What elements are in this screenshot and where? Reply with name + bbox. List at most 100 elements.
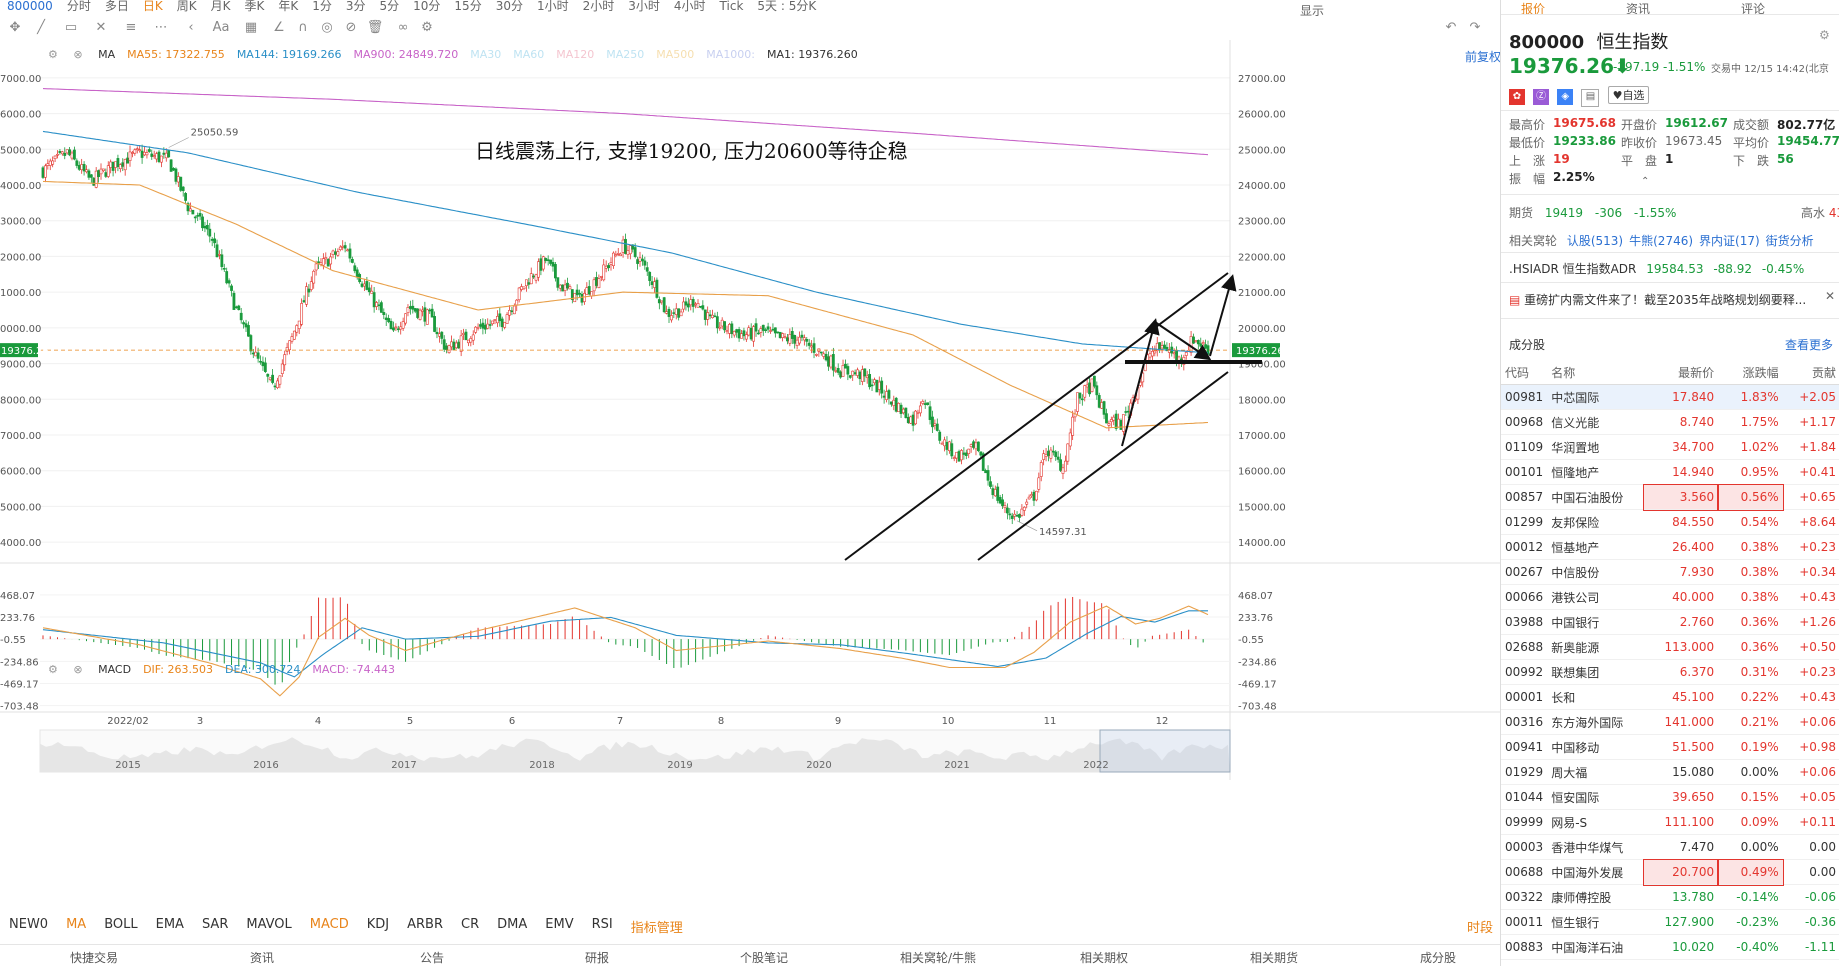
ma-legend-item[interactable]: MA55: 17322.755 xyxy=(127,48,225,61)
table-header[interactable]: 名称 xyxy=(1547,360,1645,385)
ma-legend-item[interactable]: MA144: 19169.266 xyxy=(237,48,342,61)
table-row[interactable]: 01929 周大福 15.080 0.00% +0.06 xyxy=(1501,759,1839,785)
period-9[interactable]: 3分 xyxy=(339,0,373,14)
text-tool-icon[interactable]: Aa xyxy=(210,19,232,37)
indicator-mavol[interactable]: MAVOL xyxy=(237,913,300,937)
settings-icon[interactable]: ⚙ xyxy=(1819,28,1830,42)
ma-legend-item[interactable]: MA120 xyxy=(556,48,594,61)
ma-legend-item[interactable]: MA30 xyxy=(470,48,501,61)
back-tool-icon[interactable]: ‹ xyxy=(180,19,202,37)
table-row[interactable]: 00883 中国海洋石油 10.020 -0.40% -1.11 xyxy=(1501,934,1839,960)
settings-icon[interactable]: ⚙ xyxy=(48,663,58,676)
macd-legend-item[interactable]: MACD: -74.443 xyxy=(312,663,395,676)
indicator-new0[interactable]: NEW0 xyxy=(0,913,57,937)
period-7[interactable]: 年K xyxy=(271,0,305,14)
bottom-tab[interactable]: 公告 xyxy=(420,949,444,966)
indicator-指标管理[interactable]: 指标管理 xyxy=(622,913,692,937)
period-13[interactable]: 30分 xyxy=(489,0,530,14)
ma-legend-item[interactable]: MA500 xyxy=(656,48,694,61)
indicator-ma[interactable]: MA xyxy=(57,913,95,937)
channel-lower-line[interactable] xyxy=(977,371,1229,561)
overview-window[interactable] xyxy=(1099,729,1231,773)
ma-legend-item[interactable]: MA900: 24849.720 xyxy=(354,48,459,61)
ma-legend-item[interactable]: MA1: 19376.260 xyxy=(767,48,858,61)
feature-icon[interactable]: Ⓩ xyxy=(1533,89,1550,105)
period-2[interactable]: 多日 xyxy=(98,0,136,14)
macd-legend-item[interactable]: DEA: 300.724 xyxy=(225,663,300,676)
bottom-tab[interactable]: 成分股 xyxy=(1420,949,1456,966)
bottom-tab[interactable]: 相关窝轮/牛熊 xyxy=(900,949,976,966)
table-row[interactable]: 01299 友邦保险 84.550 0.54% +8.64 xyxy=(1501,509,1839,535)
table-row[interactable]: 00857 中国石油股份 3.560 0.56% +0.65 xyxy=(1501,483,1839,511)
table-header[interactable]: 代码 xyxy=(1501,360,1548,385)
table-header[interactable]: 贡献 xyxy=(1782,360,1839,385)
table-row[interactable]: 01109 华润置地 34.700 1.02% +1.84 xyxy=(1501,434,1839,460)
period-18[interactable]: Tick xyxy=(713,0,751,14)
table-header[interactable]: 涨跌幅 xyxy=(1718,360,1783,385)
period-17[interactable]: 4小时 xyxy=(667,0,713,14)
magnet-icon[interactable]: ∩ xyxy=(292,19,314,37)
period-1[interactable]: 分时 xyxy=(60,0,98,14)
close-icon[interactable]: ✕ xyxy=(1825,289,1835,303)
period-15[interactable]: 2小时 xyxy=(576,0,622,14)
table-row[interactable]: 09999 网易-S 111.100 0.09% +0.11 xyxy=(1501,809,1839,835)
table-row[interactable]: 00981 中芯国际 17.840 1.83% +2.05 xyxy=(1501,384,1839,410)
period-3[interactable]: 日K xyxy=(136,0,170,14)
table-row[interactable]: 01044 恒安国际 39.650 0.15% +0.05 xyxy=(1501,784,1839,810)
settings-icon[interactable]: ⚙ xyxy=(416,19,438,37)
table-row[interactable]: 00968 信义光能 8.740 1.75% +1.17 xyxy=(1501,409,1839,435)
table-header[interactable]: 最新价 xyxy=(1644,360,1719,385)
table-row[interactable]: 00012 恒基地产 26.400 0.38% +0.23 xyxy=(1501,534,1839,560)
visibility-icon[interactable]: ◎ xyxy=(316,19,338,37)
warrant-link[interactable]: 街货分析 xyxy=(1766,234,1814,248)
period-4[interactable]: 周K xyxy=(170,0,204,14)
table-row[interactable]: 00322 康师傅控股 13.780 -0.14% -0.06 xyxy=(1501,884,1839,910)
indicator-dma[interactable]: DMA xyxy=(488,913,536,937)
table-row[interactable]: 03988 中国银行 2.760 0.36% +1.26 xyxy=(1501,609,1839,635)
table-row[interactable]: 00066 港铁公司 40.000 0.38% +0.43 xyxy=(1501,584,1839,610)
table-row[interactable]: 00267 中信股份 7.930 0.38% +0.34 xyxy=(1501,559,1839,585)
table-row[interactable]: 00011 恒生银行 127.900 -0.23% -0.36 xyxy=(1501,909,1839,935)
warrant-link[interactable]: 界内证(17) xyxy=(1699,234,1760,248)
close-icon[interactable]: ⊗ xyxy=(73,48,82,61)
indicator-kdj[interactable]: KDJ xyxy=(358,913,398,937)
adr-label[interactable]: .HSIADR 恒生指数ADR xyxy=(1509,262,1636,276)
indicator-sar[interactable]: SAR xyxy=(193,913,237,937)
collapse-chevron-icon[interactable]: ⌃ xyxy=(1641,176,1649,187)
pattern-tool-icon[interactable]: ✕ xyxy=(90,19,112,37)
ma-legend-item[interactable]: MA60 xyxy=(513,48,544,61)
bottom-tab[interactable]: 相关期货 xyxy=(1250,949,1298,966)
period-12[interactable]: 15分 xyxy=(447,0,488,14)
measure-tool-icon[interactable]: ⋯ xyxy=(150,19,172,37)
period-6[interactable]: 季K xyxy=(237,0,271,14)
bottom-tab[interactable]: 相关期权 xyxy=(1080,949,1128,966)
period-10[interactable]: 5分 xyxy=(373,0,407,14)
close-icon[interactable]: ⊗ xyxy=(73,663,82,676)
redo-icon[interactable]: ↷ xyxy=(1464,19,1486,37)
table-row[interactable]: 00941 中国移动 51.500 0.19% +0.98 xyxy=(1501,734,1839,760)
share-icon[interactable]: ◈ xyxy=(1557,89,1574,105)
add-watchlist-button[interactable]: ♥自选 xyxy=(1607,86,1650,104)
restore-adjust-toggle[interactable]: 前复权 xyxy=(1465,48,1501,65)
indicator-emv[interactable]: EMV xyxy=(536,913,582,937)
warrant-link[interactable]: 牛熊(2746) xyxy=(1629,234,1693,248)
period-19[interactable]: 5天 : 5分K xyxy=(750,0,823,14)
table-row[interactable]: 02688 新奥能源 113.000 0.36% +0.50 xyxy=(1501,634,1839,660)
macd-legend-item[interactable]: DIF: 263.503 xyxy=(143,663,213,676)
period-16[interactable]: 3小时 xyxy=(621,0,667,14)
settings-icon[interactable]: ⚙ xyxy=(48,48,58,61)
period-8[interactable]: 1分 xyxy=(305,0,339,14)
bottom-tab[interactable]: 快捷交易 xyxy=(70,949,118,966)
ruler-tool-icon[interactable]: ∠ xyxy=(268,19,290,37)
kline-chart[interactable]: 27000.007000.0026000.006000.0025000.0050… xyxy=(0,40,1500,910)
indicator-cr[interactable]: CR xyxy=(452,913,488,937)
lock-icon[interactable]: ⊘ xyxy=(340,19,362,37)
fib-tool-icon[interactable]: ≡ xyxy=(120,19,142,37)
link-icon[interactable]: ∞ xyxy=(392,19,414,37)
warrant-link[interactable]: 认股(513) xyxy=(1567,234,1623,248)
note-icon[interactable]: ▤ xyxy=(1581,89,1600,107)
table-row[interactable]: 00101 恒隆地产 14.940 0.95% +0.41 xyxy=(1501,459,1839,485)
ma-legend-item[interactable]: MA1000: xyxy=(706,48,755,61)
shape-tool-icon[interactable]: ▭ xyxy=(60,19,82,37)
bottom-tab[interactable]: 个股笔记 xyxy=(740,949,788,966)
